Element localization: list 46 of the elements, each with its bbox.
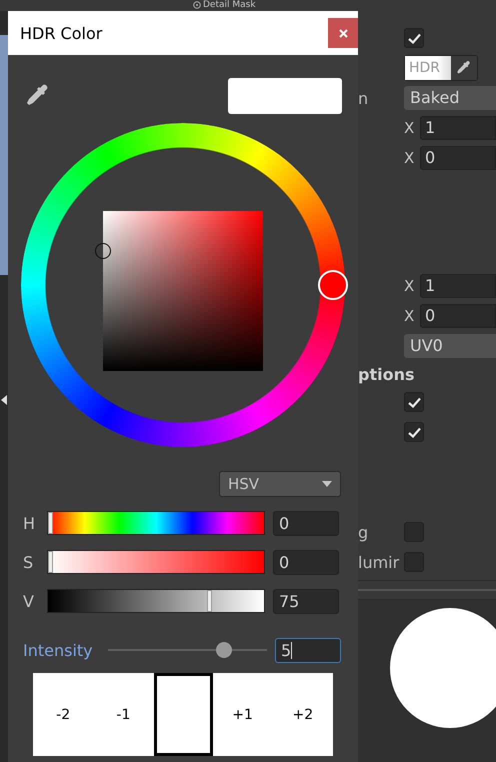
checkbox[interactable] <box>404 28 424 48</box>
channel-slider[interactable] <box>47 511 265 535</box>
value-field[interactable]: 0 <box>273 510 339 536</box>
field-label: lumir <box>358 552 400 572</box>
checkbox[interactable] <box>404 392 424 412</box>
section-header: ptions <box>358 364 414 384</box>
checkmark-icon <box>408 396 420 408</box>
close-icon <box>338 28 348 38</box>
target-icon <box>193 1 201 9</box>
channel-label: H <box>22 514 36 532</box>
section-header: Detail Mask <box>203 0 256 10</box>
dropdown[interactable]: UV0 <box>404 334 496 358</box>
axis-label: X <box>404 119 416 137</box>
number-field[interactable]: 1 <box>420 274 496 298</box>
intensity-preset[interactable] <box>154 673 212 756</box>
slider-thumb[interactable] <box>48 512 53 534</box>
number-field[interactable]: 1 <box>420 116 496 140</box>
channel-slider[interactable] <box>47 550 265 574</box>
field-label: n <box>358 88 368 108</box>
axis-label: X <box>404 277 416 295</box>
channel-slider[interactable] <box>47 589 265 613</box>
close-button[interactable] <box>328 18 358 48</box>
slider-thumb[interactable] <box>207 590 212 612</box>
dropdown[interactable]: Baked <box>404 86 496 110</box>
value-field[interactable]: 0 <box>273 550 339 574</box>
channel-label: V <box>22 592 35 610</box>
slider-thumb[interactable] <box>216 642 232 658</box>
number-field[interactable]: 0 <box>420 146 496 170</box>
number-field[interactable]: 0 <box>420 304 496 328</box>
left-arrow-icon[interactable] <box>1 395 7 405</box>
checkmark-icon <box>408 32 420 44</box>
intensity-label: Intensity <box>22 640 94 660</box>
checkmark-icon <box>408 426 420 438</box>
window-title: HDR Color <box>20 24 102 42</box>
picker-handle[interactable] <box>95 243 111 259</box>
intensity-field[interactable]: 5 <box>275 638 341 662</box>
checkbox[interactable] <box>404 422 424 442</box>
slider-thumb[interactable] <box>48 551 53 573</box>
axis-label: X <box>404 307 416 325</box>
caret-icon <box>322 481 332 487</box>
field-label: g <box>358 522 368 542</box>
mode-dropdown[interactable]: HSV <box>219 471 341 497</box>
saturation-value-square[interactable] <box>103 211 263 371</box>
channel-label: S <box>22 552 34 572</box>
value-field[interactable]: 75 <box>273 588 339 614</box>
axis-label: X <box>404 149 416 167</box>
